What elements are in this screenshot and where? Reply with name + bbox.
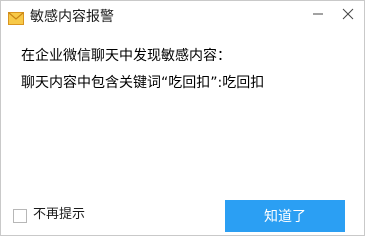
close-button[interactable]: [338, 5, 358, 23]
close-icon: [342, 8, 354, 20]
dont-show-again-checkbox[interactable]: [13, 209, 27, 223]
alert-dialog: 敏感内容报警 在企业微信聊天中发现敏感内容： 聊天内容中包含关键词“吃回扣”:吃…: [0, 0, 365, 236]
dont-show-again-label[interactable]: 不再提示: [33, 207, 85, 223]
background-strip: [0, 236, 367, 244]
dialog-title: 敏感内容报警: [30, 9, 114, 25]
acknowledge-button[interactable]: 知道了: [225, 200, 345, 232]
alert-message-heading: 在企业微信聊天中发现敏感内容：: [21, 48, 231, 64]
envelope-icon: [8, 10, 24, 25]
minimize-button[interactable]: [308, 5, 328, 23]
alert-message-detail: 聊天内容中包含关键词“吃回扣”:吃回扣: [21, 75, 265, 91]
minimize-icon: [313, 13, 323, 15]
title-bar[interactable]: 敏感内容报警: [1, 1, 364, 34]
